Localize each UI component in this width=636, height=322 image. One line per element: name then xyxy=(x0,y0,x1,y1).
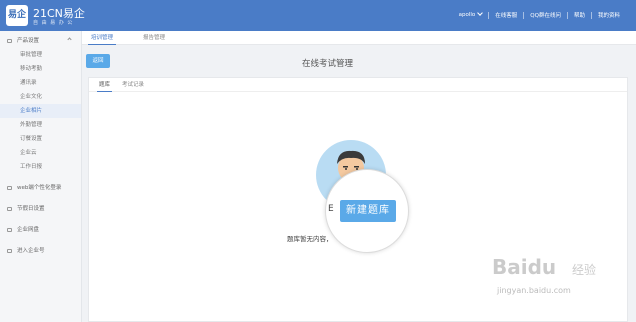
sidebar-item-meal-order[interactable]: 订餐设置 xyxy=(0,132,81,146)
chevron-down-icon xyxy=(477,10,484,16)
sidebar-group-netdisk[interactable]: 企业网盘 xyxy=(0,223,81,237)
user-icon xyxy=(7,249,12,253)
subtab-exam-records[interactable]: 考试记录 xyxy=(122,78,144,92)
tab-training[interactable]: 培训管理 xyxy=(87,31,117,45)
sidebar-item-approval[interactable]: 审批管理 xyxy=(0,48,81,62)
sidebar: 产品设置 审批管理 移动考勤 通讯录 企业文化 企业相片 外勤管理 订餐设置 企… xyxy=(0,31,82,322)
folder-icon xyxy=(7,228,12,232)
sidebar-item-photos[interactable]: 企业相片 xyxy=(0,104,81,118)
empty-state-text: 题库暂无内容， xyxy=(287,235,333,243)
settings-icon xyxy=(7,39,12,43)
sidebar-item-field-work[interactable]: 外勤管理 xyxy=(0,118,81,132)
sidebar-group-label: 产品设置 xyxy=(17,38,40,44)
user-menu[interactable]: apollo xyxy=(453,10,489,18)
sidebar-item-attendance[interactable]: 移动考勤 xyxy=(0,62,81,76)
top-header: 易企 21CN易企 自 由 易 办 公 apollo 在线客服 QQ群在线问 帮… xyxy=(0,0,636,31)
sidebar-item-daily-report[interactable]: 工作日报 xyxy=(0,160,81,174)
sidebar-item-contacts[interactable]: 通讯录 xyxy=(0,76,81,90)
sidebar-group-holiday[interactable]: 节假日设置 xyxy=(0,202,81,216)
new-question-bank-button[interactable]: 新建题库 xyxy=(340,200,396,222)
sidebar-group-enterprise-account[interactable]: 进入企业号 xyxy=(0,244,81,258)
nav-qq-group[interactable]: QQ群在线问 xyxy=(524,11,567,19)
sidebar-group-label: 进入企业号 xyxy=(17,248,45,254)
watermark-brand: Baidu xyxy=(492,255,557,279)
sidebar-group-label: 企业网盘 xyxy=(17,227,40,233)
zoom-magnifier: E 新建题库 xyxy=(325,169,409,253)
user-name: apollo xyxy=(458,12,476,18)
subtab-question-bank[interactable]: 题库 xyxy=(96,78,113,92)
sidebar-group-product[interactable]: 产品设置 xyxy=(0,34,81,48)
watermark-subtitle: 经验 xyxy=(572,263,597,277)
page-title: 在线考试管理 xyxy=(302,59,354,69)
watermark-url: jingyan.baidu.com xyxy=(497,286,571,295)
nav-online-service[interactable]: 在线客服 xyxy=(489,11,523,19)
magnified-text: E xyxy=(328,204,334,214)
module-tabs: 培训管理 报告管理 xyxy=(82,31,636,45)
sub-tabs: 题库 考试记录 xyxy=(89,78,627,92)
sidebar-item-culture[interactable]: 企业文化 xyxy=(0,90,81,104)
app-logo[interactable]: 易企 xyxy=(6,5,28,26)
brand-subtitle: 自 由 易 办 公 xyxy=(33,20,74,26)
top-nav: apollo 在线客服 QQ群在线问 帮助 我的资料 xyxy=(453,10,626,19)
tab-reports[interactable]: 报告管理 xyxy=(143,31,165,45)
baidu-watermark: Baidu 经验 jingyan.baidu.com xyxy=(492,255,622,305)
back-button[interactable]: 返回 xyxy=(86,54,110,68)
nav-my-profile[interactable]: 我的资料 xyxy=(592,11,626,19)
sidebar-item-cloud[interactable]: 企业云 xyxy=(0,146,81,160)
calendar-icon xyxy=(7,207,12,211)
web-icon xyxy=(7,186,12,190)
sidebar-group-label: 节假日设置 xyxy=(17,206,45,212)
chevron-up-icon xyxy=(67,37,72,42)
nav-help[interactable]: 帮助 xyxy=(568,11,591,19)
sidebar-group-web-login[interactable]: web端个性化登录 xyxy=(0,181,81,195)
sidebar-group-label: web端个性化登录 xyxy=(17,185,62,191)
